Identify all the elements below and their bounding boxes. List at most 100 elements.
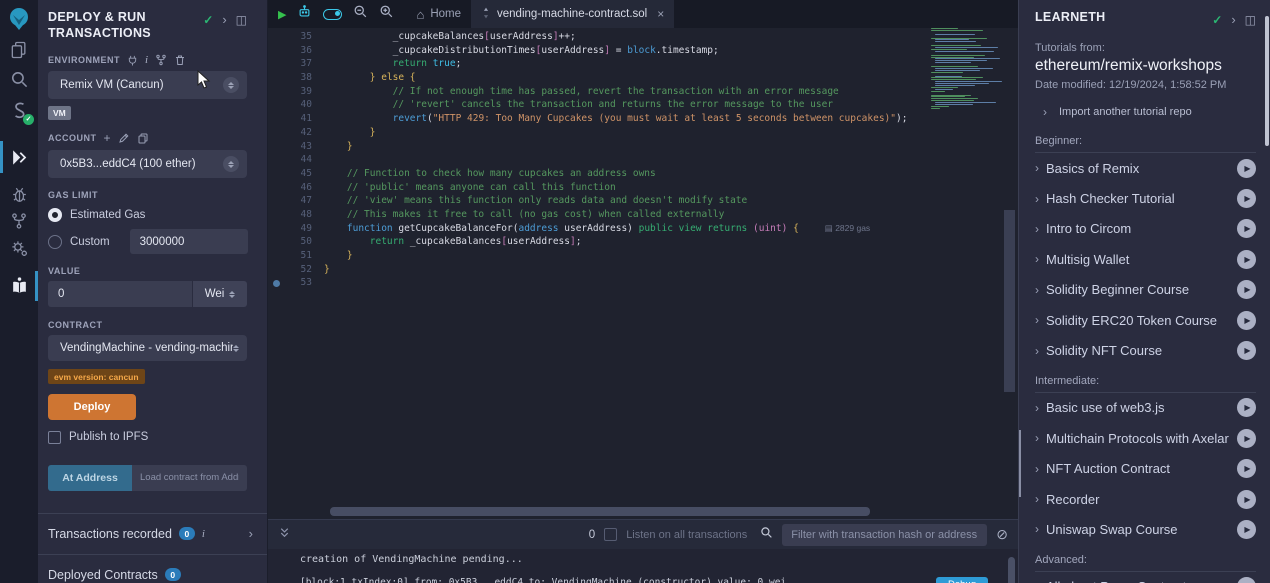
at-address-button[interactable]: At Address [48,465,132,491]
panel-resize-handle[interactable] [1019,430,1021,497]
tutorial-item[interactable]: ›Solidity NFT Course▶ [1035,335,1256,365]
contract-select[interactable]: VendingMachine - vending-machin [48,335,247,361]
line-number[interactable]: 47 [284,194,312,208]
transactions-info-icon[interactable]: i [202,528,205,540]
start-tutorial-play-button[interactable]: ▶ [1237,280,1256,299]
listen-all-checkbox[interactable] [604,528,617,541]
line-number[interactable]: 53 [284,276,312,290]
learneth-scrollbar[interactable] [1265,16,1269,146]
plug-icon[interactable] [127,55,138,66]
line-number[interactable]: 45 [284,167,312,181]
minimap[interactable] [925,28,1010,114]
tutorial-item[interactable]: ›Recorder▶ [1035,484,1256,514]
line-number[interactable]: 43 [284,140,312,154]
copy-account-icon[interactable] [137,132,149,144]
custom-gas-input[interactable] [130,229,248,254]
start-tutorial-play-button[interactable]: ▶ [1237,311,1256,330]
terminal-scrollbar[interactable] [1008,557,1015,583]
collapse-panel-icon[interactable]: › [222,12,226,27]
line-number[interactable]: 48 [284,208,312,222]
line-number[interactable]: 42 [284,126,312,140]
value-unit-select[interactable]: Wei [193,281,247,307]
deploy-run-icon[interactable] [0,143,38,171]
tutorial-item[interactable]: ›Basic use of web3.js▶ [1035,393,1256,423]
environment-info-icon[interactable]: i [145,54,148,66]
line-number[interactable]: 39 [284,85,312,99]
import-tutorial-repo[interactable]: › Import another tutorial repo [1043,105,1256,119]
tutorial-item[interactable]: ›NFT Auction Contract▶ [1035,454,1256,484]
start-tutorial-play-button[interactable]: ▶ [1237,219,1256,238]
tutorial-item[interactable]: ›Multisig Wallet▶ [1035,244,1256,274]
sign-message-icon[interactable] [118,132,130,144]
tutorial-item[interactable]: ›Solidity Beginner Course▶ [1035,275,1256,305]
remix-logo-icon[interactable] [0,5,38,33]
pin-panel-icon[interactable]: ◫ [236,13,247,27]
start-tutorial-play-button[interactable]: ▶ [1237,459,1256,478]
transactions-expand-icon[interactable]: › [249,526,253,541]
search-icon[interactable] [0,65,38,93]
ai-toggle[interactable] [323,9,342,20]
collapse-panel-icon[interactable]: › [1231,12,1235,27]
deploy-button[interactable]: Deploy [48,394,136,420]
delete-state-icon[interactable] [174,54,186,66]
solidity-compiler-icon[interactable]: ✓ [0,96,38,124]
value-input[interactable] [48,281,192,307]
custom-gas-radio[interactable] [48,235,62,249]
ai-assistant-icon[interactable] [297,4,312,24]
line-number[interactable]: 40 [284,98,312,112]
tab-vending-machine-contract[interactable]: vending-machine-contract.sol × [471,0,674,28]
zoom-in-icon[interactable] [379,4,394,24]
tutorial-item[interactable]: ›Hash Checker Tutorial▶ [1035,183,1256,213]
start-tutorial-play-button[interactable]: ▶ [1237,429,1256,448]
start-tutorial-play-button[interactable]: ▶ [1237,250,1256,269]
start-tutorial-play-button[interactable]: ▶ [1237,398,1256,417]
clear-console-icon[interactable]: ⊘ [996,526,1008,543]
environment-select[interactable]: Remix VM (Cancun) [48,71,247,99]
debugger-icon[interactable] [0,180,38,208]
tutorial-item[interactable]: ›Basics of Remix▶ [1035,153,1256,183]
add-account-icon[interactable]: + [104,131,111,145]
tutorial-item[interactable]: ›Solidity ERC20 Token Course▶ [1035,305,1256,335]
line-number[interactable]: 50 [284,235,312,249]
tutorial-item[interactable]: ›All about Proxy Contracts▶ [1035,572,1256,583]
close-tab-icon[interactable]: × [657,7,664,21]
code-editor[interactable]: 35 _cupcakeBalances[userAddress]++;36 _c… [268,28,1018,505]
run-script-icon[interactable]: ▶ [278,8,286,21]
start-tutorial-play-button[interactable]: ▶ [1237,490,1256,509]
settings-icon[interactable] [0,234,38,262]
debug-button[interactable]: Debug [936,577,988,583]
line-number[interactable]: 37 [284,57,312,71]
fork-state-icon[interactable] [155,54,167,66]
at-address-input[interactable] [132,465,247,491]
terminal-filter-input[interactable] [782,524,987,546]
line-number[interactable]: 51 [284,249,312,263]
start-tutorial-play-button[interactable]: ▶ [1237,341,1256,360]
start-tutorial-play-button[interactable]: ▶ [1237,189,1256,208]
tab-home[interactable]: ⌂ Home [406,0,471,28]
start-tutorial-play-button[interactable]: ▶ [1237,577,1256,583]
tutorial-item[interactable]: ›Multichain Protocols with Axelar▶ [1035,423,1256,453]
line-number[interactable]: 38 [284,71,312,85]
line-number[interactable]: 35 [284,30,312,44]
editor-vertical-scrollbar[interactable] [1004,210,1015,392]
tutorial-item[interactable]: ›Intro to Circom▶ [1035,214,1256,244]
line-number[interactable]: 49 [284,222,312,236]
transactions-recorded-section[interactable]: Transactions recorded 0 i › [38,513,267,554]
editor-horizontal-scrollbar[interactable] [268,505,1018,519]
line-number[interactable]: 52 [284,263,312,277]
account-select[interactable]: 0x5B3...eddC4 (100 ether) [48,150,247,178]
tutorial-item[interactable]: ›Uniswap Swap Course▶ [1035,514,1256,544]
expand-terminal-icon[interactable] [278,526,291,544]
zoom-out-icon[interactable] [353,4,368,24]
publish-ipfs-checkbox[interactable] [48,431,61,444]
start-tutorial-play-button[interactable]: ▶ [1237,159,1256,178]
estimated-gas-radio[interactable] [48,208,62,222]
file-explorer-icon[interactable] [0,36,38,64]
line-number[interactable]: 41 [284,112,312,126]
start-tutorial-play-button[interactable]: ▶ [1237,520,1256,539]
gutter-marker-dot[interactable] [273,280,280,287]
terminal-output[interactable]: creation of VendingMachine pending... [b… [268,549,1018,583]
line-number[interactable]: 44 [284,153,312,167]
learneth-icon[interactable] [0,271,38,299]
terminal-transaction-line[interactable]: [block:1 txIndex:0] from: 0x5B3...eddC4 … [300,577,996,583]
